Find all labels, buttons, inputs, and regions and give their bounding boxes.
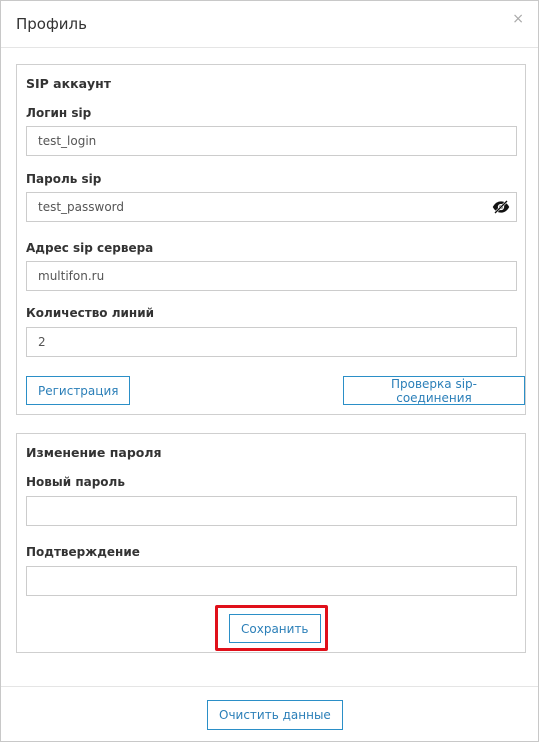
confirm-password-input[interactable]: [26, 566, 517, 596]
modal-footer: Очистить данные: [1, 686, 538, 742]
check-sip-connection-button[interactable]: Проверка sip-соединения: [343, 376, 525, 405]
profile-modal: Профиль × SIP аккаунт Логин sip Пароль s…: [0, 0, 539, 742]
lines-count-input[interactable]: [26, 327, 517, 357]
sip-login-label: Логин sip: [26, 106, 92, 120]
modal-header: Профиль ×: [1, 1, 538, 48]
password-change-heading: Изменение пароля: [26, 445, 162, 460]
new-password-input[interactable]: [26, 496, 517, 526]
close-icon[interactable]: ×: [512, 12, 524, 26]
sip-server-label: Адрес sip сервера: [26, 241, 154, 255]
eye-slash-icon[interactable]: [492, 200, 510, 214]
sip-password-label: Пароль sip: [26, 172, 102, 186]
save-button-highlight: [215, 605, 328, 651]
sip-password-field: [26, 192, 517, 222]
sip-account-heading: SIP аккаунт: [26, 76, 112, 91]
confirm-password-label: Подтверждение: [26, 545, 140, 559]
sip-account-panel: SIP аккаунт Логин sip Пароль sip Адрес s…: [16, 64, 526, 415]
sip-server-input[interactable]: [26, 261, 517, 291]
lines-count-label: Количество линий: [26, 306, 155, 320]
clear-data-button[interactable]: Очистить данные: [207, 700, 343, 730]
new-password-label: Новый пароль: [26, 475, 125, 489]
sip-login-input[interactable]: [26, 126, 517, 156]
sip-password-input[interactable]: [26, 192, 517, 222]
register-button[interactable]: Регистрация: [26, 376, 131, 405]
modal-title: Профиль: [16, 15, 87, 33]
